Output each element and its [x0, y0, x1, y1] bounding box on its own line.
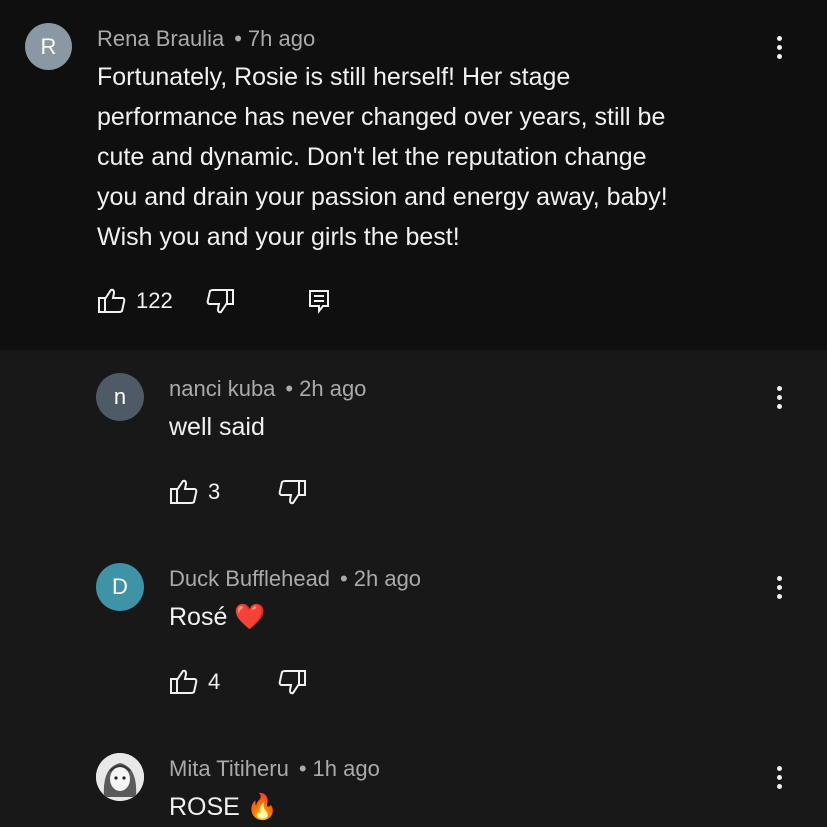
comment-actions: 3 [169, 478, 307, 506]
comment-text: ROSE 🔥 [169, 793, 278, 821]
comment-line: you and drain your passion and energy aw… [97, 183, 668, 211]
avatar-letter: n [113, 384, 127, 409]
comment-meta: Duck Bufflehead • 2h ago [169, 566, 421, 592]
like-count: 4 [208, 669, 221, 694]
author-name[interactable]: nanci kuba [169, 376, 275, 401]
avatar-letter: R [40, 33, 57, 59]
like-count: 122 [136, 288, 173, 313]
comment-meta: Mita Titiheru • 1h ago [169, 756, 380, 782]
like-icon[interactable] [169, 478, 199, 506]
comment-meta: nanci kuba • 2h ago [169, 376, 366, 402]
avatar[interactable] [96, 753, 144, 801]
more-options-icon[interactable] [769, 764, 789, 794]
separator-dot: • [340, 566, 348, 591]
comment-line: performance has never changed over years… [97, 103, 666, 131]
dislike-icon[interactable] [277, 478, 307, 506]
avatar[interactable]: n [96, 373, 144, 421]
author-name[interactable]: Mita Titiheru [169, 756, 289, 781]
avatar[interactable]: D [96, 563, 144, 611]
more-options-icon[interactable] [769, 384, 789, 414]
reply-icon[interactable] [307, 287, 331, 315]
like-icon[interactable] [169, 668, 199, 696]
timestamp[interactable]: 2h ago [299, 376, 366, 401]
comment-text: Rosé ❤️ [169, 603, 266, 631]
comment-text: well said [169, 413, 265, 441]
comment-line: cute and dynamic. Don't let the reputati… [97, 143, 647, 171]
more-options-icon[interactable] [769, 574, 789, 604]
separator-dot: • [234, 26, 242, 51]
avatar-letter: D [112, 574, 128, 599]
dislike-icon[interactable] [205, 287, 235, 315]
avatar-image [96, 753, 144, 801]
like-icon[interactable] [97, 287, 127, 315]
comment-text: Fortunately, Rosie is still herself! Her… [97, 57, 797, 257]
author-name[interactable]: Duck Bufflehead [169, 566, 330, 591]
comment-actions: 4 [169, 668, 307, 696]
avatar[interactable]: R [25, 23, 72, 70]
comment-line: Wish you and your girls the best! [97, 223, 460, 251]
like-count: 3 [208, 479, 221, 504]
author-name[interactable]: Rena Braulia [97, 26, 224, 51]
timestamp[interactable]: 2h ago [354, 566, 421, 591]
timestamp[interactable]: 7h ago [248, 26, 315, 51]
timestamp[interactable]: 1h ago [313, 756, 380, 781]
dislike-icon[interactable] [277, 668, 307, 696]
comment-actions: 122 [97, 287, 331, 315]
separator-dot: • [285, 376, 294, 401]
comment-line: Fortunately, Rosie is still herself! Her… [97, 63, 571, 91]
separator-dot: • [298, 756, 307, 781]
comment-meta: Rena Braulia • 7h ago [97, 26, 315, 52]
